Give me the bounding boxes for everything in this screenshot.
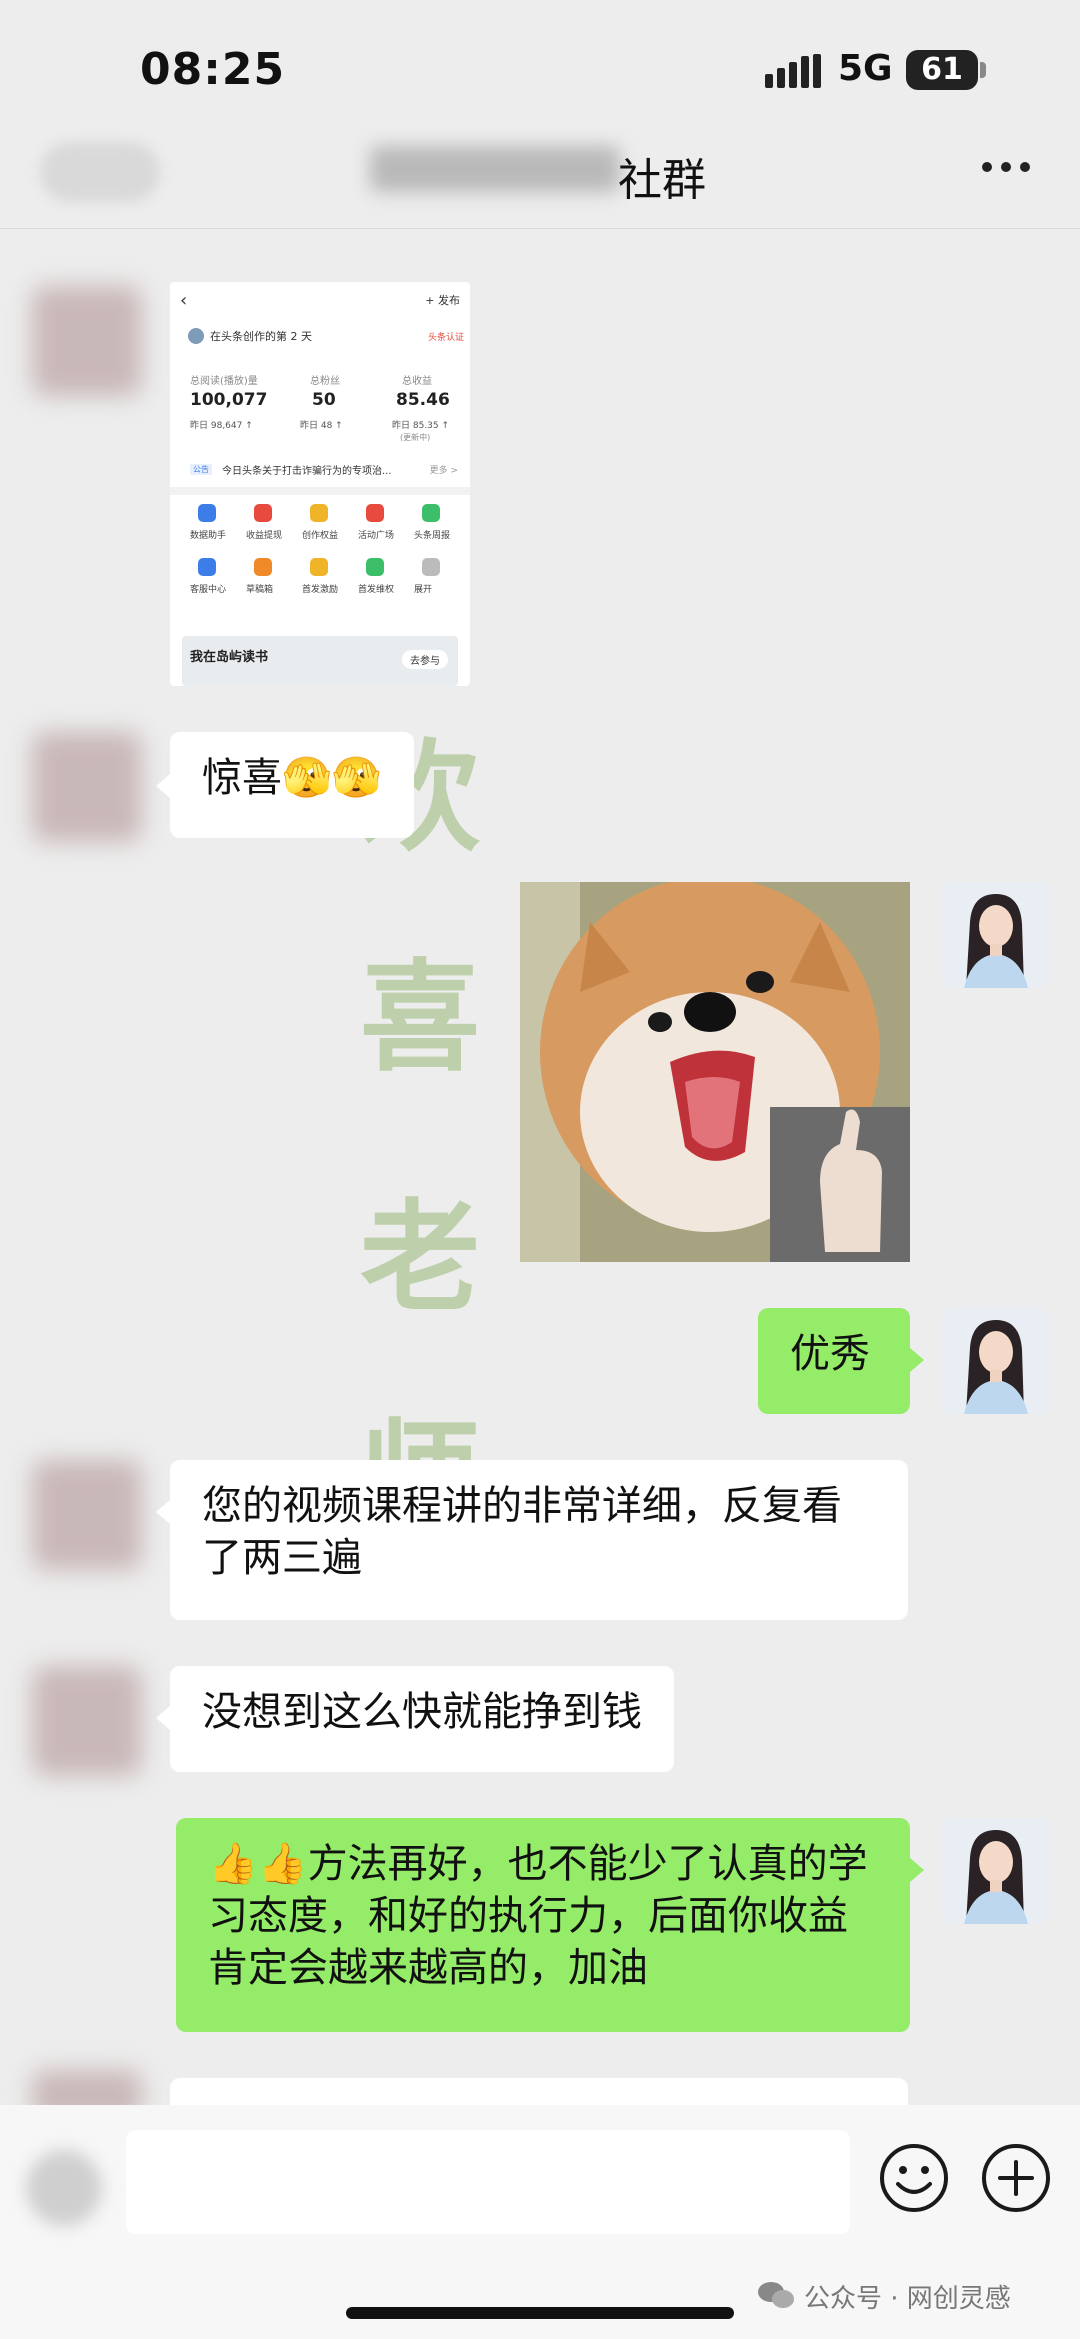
notice-tag: 公告	[190, 464, 212, 475]
tool-label: 首发维权	[358, 585, 395, 595]
network-type: 5G	[838, 48, 893, 89]
bubble-tail	[910, 1348, 924, 1372]
verified-badge: 头条认证	[427, 333, 464, 343]
dog-sticker-image[interactable]	[520, 882, 910, 1262]
tool-icon	[254, 504, 272, 522]
days-text: 在头条创作的第 2 天	[210, 330, 312, 343]
tool-label: 收益提现	[246, 531, 283, 541]
emoji-icon[interactable]	[878, 2142, 950, 2214]
banner: 我在岛屿读书 去参与	[182, 636, 458, 686]
plus-icon[interactable]	[980, 2142, 1052, 2214]
tool-label: 活动广场	[358, 531, 395, 541]
bubble-tail	[156, 1500, 170, 1524]
woman-portrait-icon	[942, 1308, 1048, 1414]
my-avatar[interactable]	[942, 1308, 1048, 1414]
notice-text: 今日头条关于打击诈骗行为的专项治...	[222, 466, 392, 477]
shiba-dog-illustration	[520, 882, 910, 1262]
join-button: 去参与	[402, 650, 448, 669]
voice-button[interactable]	[26, 2150, 102, 2226]
avatar[interactable]	[32, 1460, 142, 1570]
stat-label: 总阅读(播放)量	[190, 376, 258, 387]
stat-sub: 昨日 98,647 ↑	[190, 421, 253, 431]
back-button[interactable]	[40, 142, 160, 202]
message-bubble[interactable]: 👍👍方法再好，也不能少了认真的学习态度，和好的执行力，后面你收益肯定会越来越高的…	[176, 1818, 910, 2032]
watermark-char: 老	[360, 1187, 480, 1328]
tool-icon	[310, 504, 328, 522]
bubble-tail	[156, 774, 170, 798]
tool-label: 首发激励	[302, 585, 339, 595]
tool-icon	[254, 558, 272, 576]
nav-divider	[0, 228, 1080, 229]
battery-tip-icon	[980, 62, 986, 78]
tool-label: 数据助手	[190, 531, 227, 541]
tool-icon	[310, 558, 328, 576]
tool-icon	[198, 558, 216, 576]
bubble-tail	[156, 1706, 170, 1730]
stat-value: 85.46	[396, 390, 450, 410]
tool-icon	[198, 504, 216, 522]
message-bubble[interactable]: 没想到这么快就能挣到钱	[170, 1666, 674, 1772]
stat-sub: 昨日 85.35 ↑	[392, 421, 450, 431]
avatar[interactable]	[32, 286, 142, 396]
back-icon: ‹	[180, 290, 188, 311]
tool-icon	[366, 558, 384, 576]
watermark-char: 喜	[360, 947, 480, 1088]
signal-icon	[765, 54, 821, 88]
more-options-icon[interactable]	[980, 160, 1032, 174]
status-time: 08:25	[140, 44, 286, 95]
shared-screenshot[interactable]: ‹ + 发布 在头条创作的第 2 天 头条认证 总阅读(播放)量 100,077…	[170, 282, 470, 686]
tool-label: 草稿箱	[246, 585, 274, 595]
title-blurred	[370, 146, 620, 192]
page-title: 社群	[618, 155, 706, 206]
message-bubble[interactable]: 优秀	[758, 1308, 910, 1414]
footer-credit: 公众号 · 网创灵感	[804, 2284, 1011, 2314]
battery-level: 61	[906, 50, 978, 90]
tool-icon	[366, 504, 384, 522]
message-bubble[interactable]: 您的视频课程讲的非常详细，反复看了两三遍	[170, 1460, 908, 1620]
status-bar: 08:25 5G 61	[0, 0, 1080, 130]
avatar[interactable]	[32, 732, 142, 842]
woman-portrait-icon	[942, 1818, 1048, 1924]
my-avatar[interactable]	[942, 1818, 1048, 1924]
profile-avatar	[188, 328, 204, 344]
notice-more-link: 更多 >	[429, 466, 458, 476]
home-indicator[interactable]	[346, 2307, 734, 2319]
stat-label: 总收益	[402, 376, 432, 387]
my-avatar[interactable]	[942, 882, 1048, 988]
bubble-tail	[910, 1858, 924, 1882]
message-input[interactable]	[126, 2130, 850, 2234]
tool-label: 客服中心	[190, 585, 227, 595]
stat-value: 100,077	[190, 390, 268, 410]
divider	[170, 487, 470, 495]
woman-portrait-icon	[942, 882, 1048, 988]
avatar[interactable]	[32, 1666, 142, 1776]
stat-sub: 昨日 48 ↑	[300, 421, 343, 431]
tool-label: 创作权益	[302, 531, 339, 541]
tool-icon	[422, 558, 440, 576]
stat-label: 总粉丝	[310, 376, 340, 387]
stat-value: 50	[312, 390, 336, 410]
banner-title: 我在岛屿读书	[190, 650, 269, 665]
tool-label: 展开	[414, 585, 433, 595]
publish-label: + 发布	[425, 294, 460, 307]
message-bubble[interactable]: 惊喜🫣🫣	[170, 732, 414, 838]
wechat-icon	[758, 2282, 794, 2308]
message-bubble-partial	[170, 2078, 908, 2108]
tool-label: 头条周报	[414, 531, 451, 541]
stat-note: (更新中)	[400, 433, 431, 442]
tool-icon	[422, 504, 440, 522]
